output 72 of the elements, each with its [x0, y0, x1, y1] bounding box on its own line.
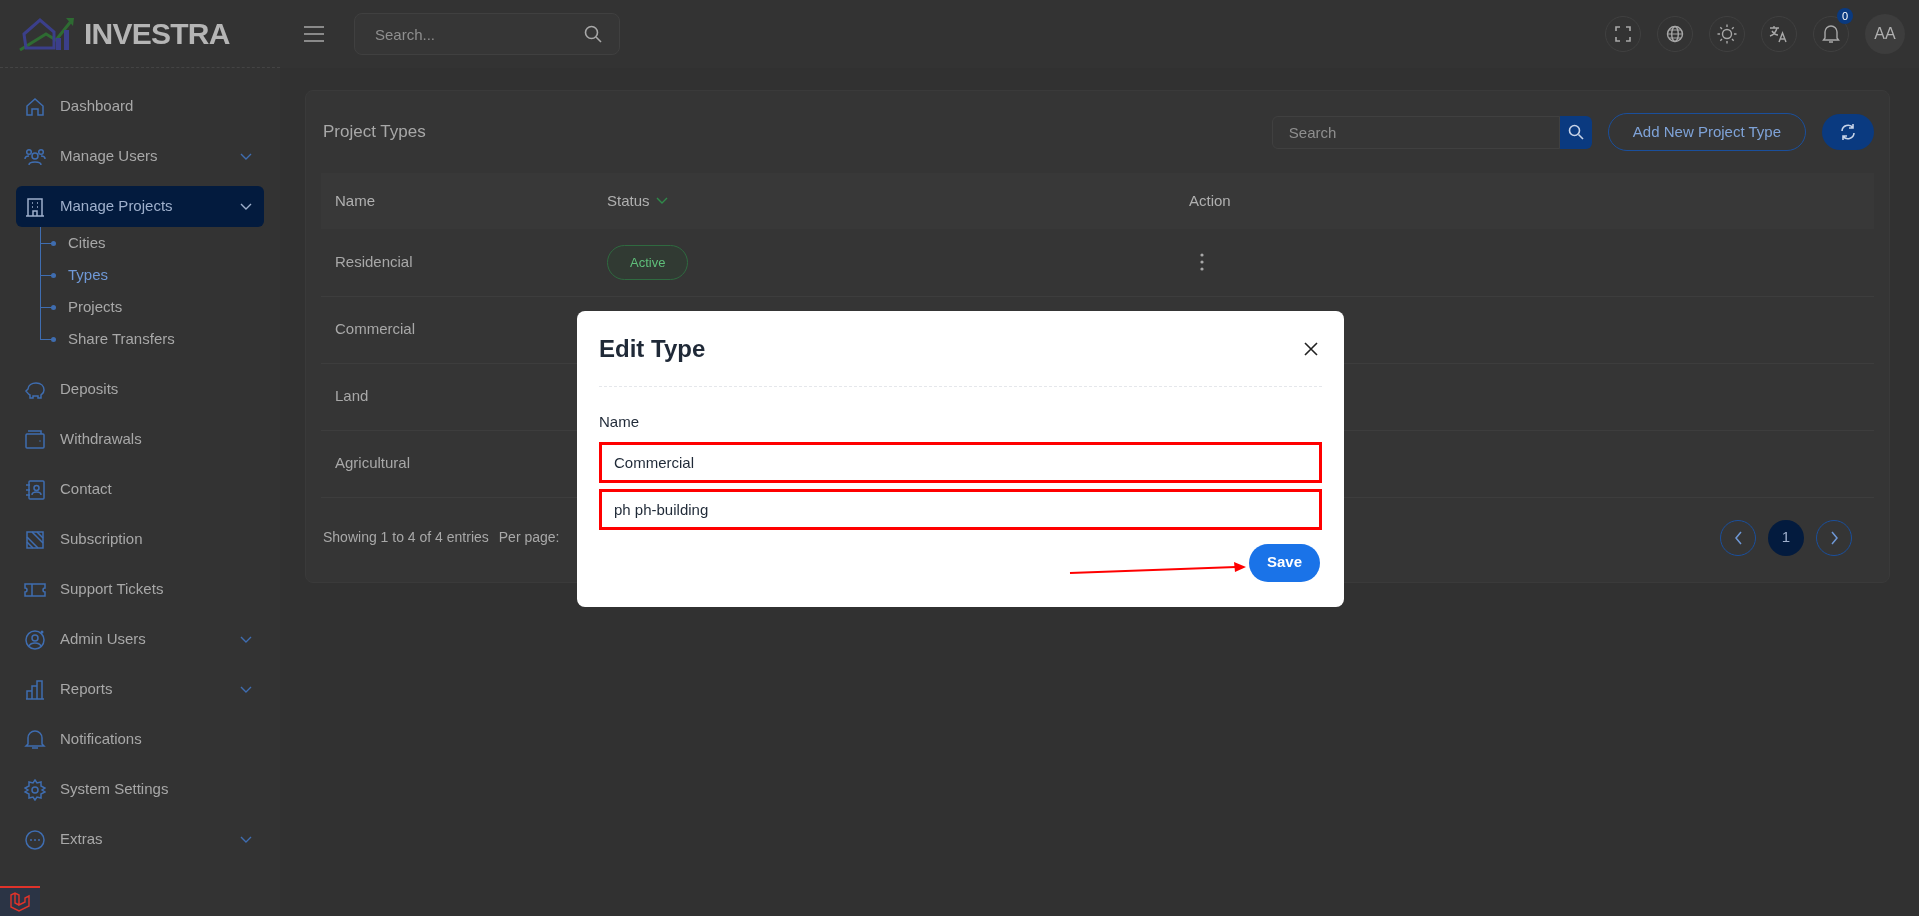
text-input[interactable]: Commercial [599, 441, 1322, 483]
table-cell: Commercial [335, 320, 415, 338]
sidebar-item[interactable]: Support Tickets [16, 569, 264, 610]
close-icon[interactable] [1304, 341, 1318, 356]
refresh-icon [1839, 123, 1857, 141]
search-icon [1567, 124, 1584, 140]
search-field[interactable]: Search... [354, 13, 620, 55]
admin-user-icon [24, 628, 46, 651]
page-button[interactable]: 1 [1768, 519, 1804, 556]
contact-book-icon [24, 478, 46, 501]
laravel-badge[interactable] [0, 886, 40, 916]
table-search-field[interactable]: Search [1271, 115, 1560, 149]
sidebar-item[interactable]: Dashboard [16, 86, 264, 127]
bell-icon [24, 728, 46, 751]
refresh-button[interactable] [1822, 114, 1874, 150]
per-page-label: Per page: [498, 528, 560, 547]
chevron-down-icon [240, 685, 252, 694]
building-icon [24, 195, 46, 218]
table-cell: Land [335, 387, 369, 405]
notification-count: 0 [1837, 8, 1853, 24]
column-header: Name [335, 190, 375, 211]
submenu-item[interactable]: Cities [68, 231, 106, 255]
sidebar-item[interactable]: Contact [16, 469, 264, 510]
table-cell: Residencial [335, 253, 413, 270]
submenu-item[interactable]: Projects [68, 295, 123, 319]
text-input[interactable]: ph ph-building [599, 488, 1322, 530]
chevron-down-icon [240, 202, 252, 211]
sidebar-item[interactable]: Notifications [16, 719, 264, 760]
sidebar-item[interactable]: System Settings [16, 769, 264, 810]
save-button[interactable]: Save [1248, 543, 1320, 582]
bar-chart-icon [24, 678, 46, 701]
status-badge: Active [607, 244, 689, 280]
chevron-down-icon [240, 635, 252, 644]
home-icon [24, 95, 46, 118]
sidebar-item[interactable]: Deposits [16, 369, 264, 410]
gear-icon [24, 778, 46, 801]
submenu-item[interactable]: Types [68, 263, 109, 287]
search-button[interactable] [1559, 115, 1592, 149]
sidebar-item[interactable]: Withdrawals [16, 419, 264, 460]
translate-icon [1769, 25, 1789, 43]
fullscreen-icon [1615, 26, 1631, 42]
wallet-icon [24, 428, 46, 451]
globe-icon [1666, 25, 1684, 43]
more-icon [24, 828, 46, 851]
subscription-icon [24, 528, 46, 551]
bell-icon [1822, 24, 1840, 44]
table-cell: Agricultural [335, 454, 411, 472]
submenu-item[interactable]: Share Transfers [68, 327, 175, 351]
chevron-right-icon [1829, 530, 1839, 545]
chevron-down-icon [240, 152, 252, 161]
column-header[interactable]: Status [607, 189, 668, 213]
menu-icon[interactable] [304, 26, 324, 42]
search-icon[interactable] [584, 25, 602, 43]
page-title: Project Types [323, 121, 426, 144]
dialog-title: Edit Type [599, 333, 706, 364]
logo-text: INVESTRA [84, 16, 230, 52]
sidebar-item[interactable]: Extras [16, 819, 264, 860]
entries-info: Showing 1 to 4 of 4 entries [323, 528, 489, 547]
laravel-icon [9, 892, 31, 912]
sidebar-item[interactable]: Reports [16, 669, 264, 710]
sidebar-item[interactable]: Subscription [16, 519, 264, 560]
chevron-down-icon [655, 197, 668, 205]
user-avatar[interactable]: AA [1865, 14, 1905, 54]
sidebar-item[interactable]: Admin Users [16, 619, 264, 660]
field-label: Name [599, 412, 640, 432]
sidebar-item[interactable]: Manage Projects [16, 186, 264, 227]
chevron-left-icon [1733, 530, 1743, 545]
sun-icon [1717, 24, 1737, 44]
sidebar-item[interactable]: Manage Users [16, 136, 264, 177]
more-vertical-icon[interactable] [1200, 253, 1204, 272]
column-header: Action [1189, 190, 1231, 211]
chevron-down-icon [240, 835, 252, 844]
